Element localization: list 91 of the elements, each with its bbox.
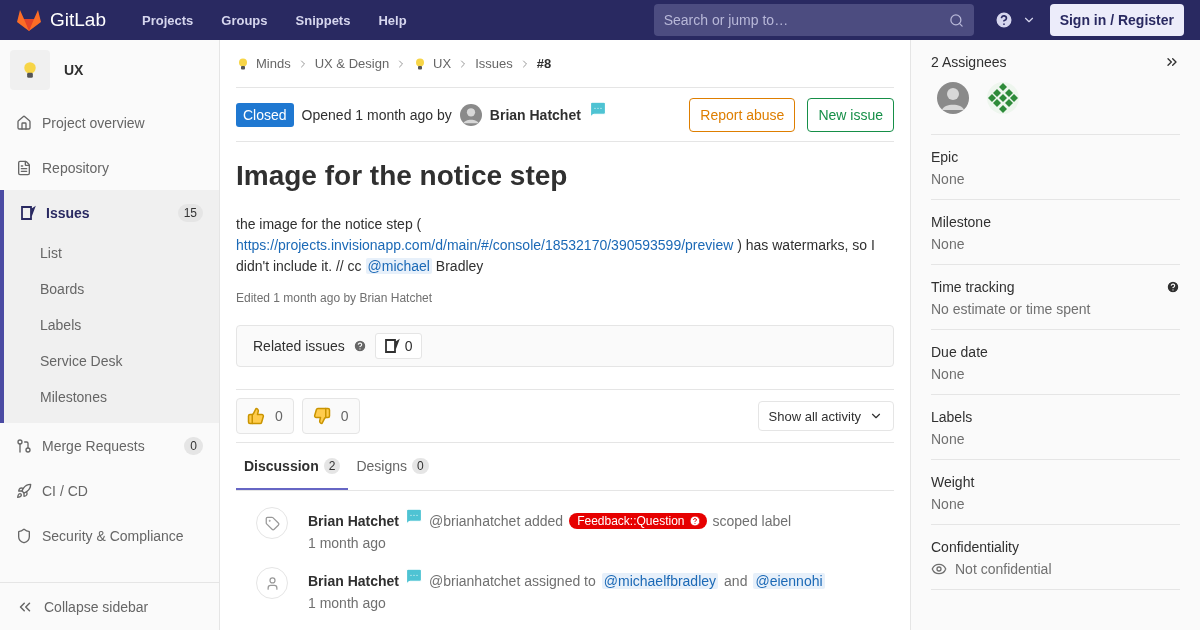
note-time: 1 month ago <box>308 535 387 551</box>
chat-icon <box>588 100 607 118</box>
field-value: None <box>931 496 965 512</box>
identicon-icon <box>987 82 1019 114</box>
url-link[interactable]: https://projects.invisionapp.com/d/main/#/console/18532170/390593599/preview <box>236 237 734 253</box>
edited-note: Edited 1 month ago by Brian Hatchet <box>236 291 434 305</box>
note-time: 1 month ago <box>308 595 387 611</box>
issue-description: the image for the notice step ( https://projects.invisionapp.com/d/main/#/console/18532170/390593599/preview ) has watermarks, so I didn't include it. // cc @michael Bradley <box>236 215 876 276</box>
project-name[interactable]: UX <box>64 62 84 78</box>
sidebar-item[interactable]: Repository <box>0 145 219 190</box>
new-issue-button[interactable]: New issue <box>807 97 894 132</box>
file-icon <box>16 159 32 176</box>
chat-icon <box>405 567 424 585</box>
related-count-badge[interactable]: 0 <box>374 333 422 359</box>
report-abuse-button[interactable]: Report abuse <box>689 97 796 132</box>
sidebar-item[interactable]: CI / CD <box>0 468 219 513</box>
note-text: @brianhatchet assigned to <box>429 573 596 589</box>
shield-icon <box>16 527 32 544</box>
user-mention[interactable]: @michael <box>365 258 432 274</box>
avatar-icon <box>459 103 482 126</box>
field-value: Not confidential <box>955 561 1052 577</box>
tag-icon <box>264 515 280 531</box>
note-text: @brianhatchet added <box>429 513 564 529</box>
field-value: None <box>931 171 965 187</box>
breadcrumb-link[interactable]: UX & Design <box>314 56 390 71</box>
author-link[interactable]: Brian Hatchet <box>308 573 400 589</box>
field-label: Time tracking <box>931 279 1015 295</box>
fox-logo-icon[interactable] <box>16 8 42 32</box>
sidebar-subitem[interactable]: Milestones <box>4 379 219 415</box>
sidebar-item[interactable]: Merge Requests 0 <box>0 423 219 468</box>
related-issues-label: Related issues <box>253 338 345 354</box>
breadcrumb-link[interactable]: Minds <box>256 56 291 71</box>
field-label: Labels <box>931 409 973 425</box>
avatar-icon <box>937 82 969 114</box>
tab[interactable]: Designs 0 <box>348 443 437 490</box>
count-badge: 15 <box>177 203 203 222</box>
chat-icon <box>405 507 424 525</box>
thumbs-up-button[interactable]: 0 <box>236 398 294 434</box>
nav-link[interactable]: Snippets <box>285 12 361 28</box>
author-link[interactable]: Brian Hatchet <box>308 513 400 529</box>
sidebar-subitem[interactable]: Boards <box>4 271 219 307</box>
sidebar-subitem[interactable]: Service Desk <box>4 343 219 379</box>
issue-title: Image for the notice step <box>236 160 569 192</box>
thumbs-up-icon <box>247 407 265 425</box>
user-mention[interactable]: @eiennohi <box>753 573 825 589</box>
nav-link[interactable]: Projects <box>132 12 204 28</box>
activity-filter-dropdown[interactable]: Show all activity <box>757 401 894 431</box>
note-text: scoped label <box>712 513 792 529</box>
status-badge: Closed <box>236 102 294 127</box>
sidebar-item[interactable]: Project overview <box>0 100 219 145</box>
sidebar-subitem[interactable]: Labels <box>4 307 219 343</box>
assignees-label: 2 Assignees <box>931 54 1007 70</box>
merge-request-icon <box>16 437 32 454</box>
issues-icon <box>383 338 400 354</box>
sidebar-item[interactable]: Security & Compliance <box>0 513 219 558</box>
sign-in-button[interactable]: Sign in / Register <box>1049 4 1184 36</box>
user-icon <box>264 575 280 591</box>
field-value: None <box>931 431 965 447</box>
opened-text: Opened 1 month ago by <box>301 106 452 123</box>
scoped-label[interactable]: Feedback::Question <box>569 513 707 529</box>
field-label: Due date <box>931 344 988 360</box>
count-badge: 0 <box>412 457 429 474</box>
thumbs-down-button[interactable]: 0 <box>301 398 360 434</box>
breadcrumb-link[interactable]: #8 <box>536 56 552 71</box>
field-value: No estimate or time spent <box>931 301 1091 317</box>
help-icon <box>688 515 701 527</box>
count-badge: 0 <box>184 436 203 455</box>
search-icon <box>948 12 964 28</box>
field-value: None <box>931 366 965 382</box>
thumbs-down-icon <box>312 407 331 425</box>
nav-link[interactable]: Groups <box>211 12 278 28</box>
field-label: Milestone <box>931 214 991 230</box>
count-badge: 2 <box>323 457 341 474</box>
field-label: Weight <box>931 474 975 490</box>
field-value: None <box>931 236 965 252</box>
help-icon[interactable] <box>993 10 1014 30</box>
sidebar-subitem[interactable]: List <box>4 235 219 271</box>
rocket-icon <box>16 482 32 499</box>
user-mention[interactable]: @michaelfbradley <box>601 573 719 589</box>
breadcrumb-link[interactable]: Issues <box>475 56 513 71</box>
field-label: Confidentiality <box>931 539 1019 555</box>
search-field[interactable]: Search or jump to… <box>653 4 974 36</box>
home-icon <box>16 114 32 131</box>
nav-link[interactable]: Help <box>368 12 417 28</box>
field-label: Epic <box>931 149 959 165</box>
brand-name[interactable]: GitLab <box>50 9 106 31</box>
issues-icon <box>20 204 36 221</box>
tab[interactable]: Discussion 2 <box>236 443 349 490</box>
note-text: and <box>724 573 748 589</box>
author-link[interactable]: Brian Hatchet <box>489 106 581 123</box>
breadcrumb-link[interactable]: UX <box>433 56 452 71</box>
